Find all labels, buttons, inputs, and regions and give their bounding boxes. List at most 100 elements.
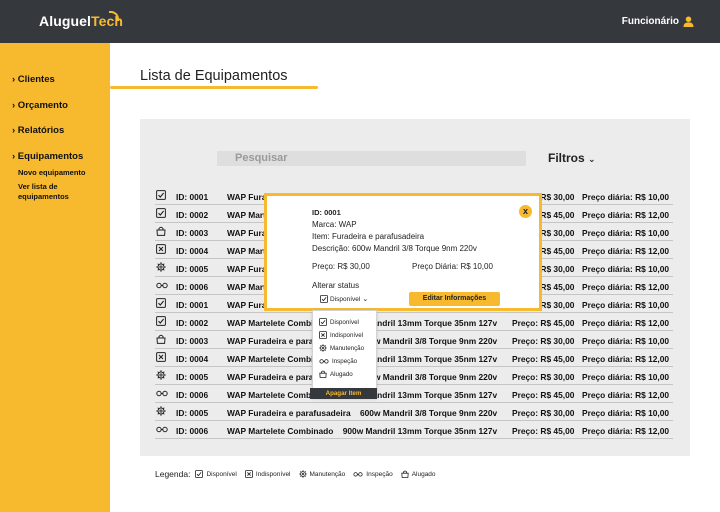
row-daily-price: Preço diária: R$ 10,00 [582, 408, 670, 418]
status-option[interactable]: Alugado [319, 370, 353, 378]
check-icon [156, 298, 166, 308]
sidebar-item-clientes[interactable]: › Clientes [12, 74, 55, 85]
table-row[interactable]: ID: 0005 WAP Furadeira e parafusadeira 60… [155, 403, 673, 421]
status-option[interactable]: Inspeção [319, 357, 357, 365]
bag-icon [319, 370, 327, 378]
row-desc-text: 600w Mandril 3/8 Torque 9nm 220v [359, 336, 498, 346]
sidebar-item-relatorios[interactable]: › Relatórios [12, 125, 64, 136]
delete-item-button[interactable]: Apagar Item [310, 388, 377, 399]
sidebar-subitem-ver-lista[interactable]: Ver lista de equipamentos [18, 182, 88, 202]
check-icon [156, 316, 166, 326]
gear-icon [298, 470, 307, 478]
row-name-text: WAP Furadeira e parafusadeira [227, 408, 351, 418]
legend-item-label: Alugado [411, 470, 436, 478]
row-id: ID: 0004 [176, 354, 209, 364]
status-option[interactable]: Manutenção [319, 344, 364, 352]
table-row[interactable]: ID: 0004WAP Martelete Combinado 900w Man… [155, 349, 673, 367]
status-option-label: Disponível [330, 318, 359, 326]
row-daily-price: Preço diária: R$ 10,00 [582, 300, 670, 310]
legend: Legenda: Disponível Indisponível Manutençã… [155, 469, 444, 479]
row-desc-text: 900w Mandril 13mm Torque 35nm 127v [342, 426, 498, 436]
legend-item: Inspeção [353, 470, 393, 478]
search-input[interactable]: Pesquisar [217, 151, 526, 166]
legend-item: Manutenção [298, 470, 346, 478]
status-option-label: Indisponível [330, 331, 364, 339]
row-desc-text: 600w Mandril 3/8 Torque 9nm 220v [359, 408, 498, 418]
item-detail-modal: ID: 0001 Marca: WAP Item: Furadeira e pa… [264, 193, 542, 311]
row-name: WAP Martelete Combinado 900w Mandril 13m… [227, 426, 497, 436]
row-id: ID: 0005 [176, 408, 209, 418]
close-icon[interactable]: x [519, 205, 532, 218]
glasses-icon [156, 388, 168, 398]
row-daily-price: Preço diária: R$ 12,00 [582, 390, 670, 400]
gear-icon [156, 370, 166, 380]
legend-item: Disponível [195, 470, 237, 478]
row-name-text: WAP Martelete Combinado [227, 426, 334, 436]
page-title: Lista de Equipamentos [140, 68, 288, 84]
legend-item-label: Manutenção [309, 470, 346, 478]
glasses-icon [319, 357, 329, 365]
row-id: ID: 0003 [176, 336, 209, 346]
sidebar-item-equipamentos[interactable]: › Equipamentos [12, 151, 83, 162]
check-icon [195, 470, 204, 478]
chevron-down-icon: ⌄ [362, 296, 369, 303]
chevron-down-icon: ⌄ [588, 154, 596, 164]
glasses-icon [156, 280, 168, 290]
row-price: Preço: R$ 45,00 [510, 318, 575, 328]
legend-item: Indisponível [244, 470, 291, 478]
row-daily-price: Preço diária: R$ 12,00 [582, 246, 670, 256]
sidebar-item-orcamento[interactable]: › Orçamento [12, 100, 68, 111]
row-name: WAP Furadeira e parafusadeira 600w Mandr… [227, 408, 497, 418]
table-row[interactable]: ID: 0002WAP Martelete Combinado 900w Man… [155, 313, 673, 331]
table-row[interactable]: ID: 0006WAP Martelete Combinado 900w Man… [155, 385, 673, 403]
status-select[interactable]: Disponível ⌄ [320, 293, 369, 305]
legend-item-label: Disponível [206, 470, 237, 478]
row-daily-price: Preço diária: R$ 10,00 [582, 264, 670, 274]
status-option[interactable]: Disponível [319, 318, 359, 326]
row-id: ID: 0006 [176, 282, 209, 292]
status-option[interactable]: Indisponível [319, 331, 363, 339]
modal-description: Descrição: 600w Mandril 3/8 Torque 9nm 2… [312, 244, 477, 253]
modal-item: Item: Furadeira e parafusadeira [312, 232, 425, 241]
check-icon [320, 295, 328, 303]
row-price: Preço: R$ 45,00 [510, 390, 575, 400]
table-row[interactable]: ID: 0006 WAP Martelete Combinado 900w Man… [155, 421, 673, 439]
top-bar: AluguelTech Funcionário [0, 0, 720, 43]
glasses-icon [156, 424, 168, 434]
status-select-value: Disponível [330, 295, 361, 303]
edit-info-button[interactable]: Editar Informações [409, 292, 500, 306]
row-price: Preço: R$ 30,00 [510, 408, 575, 418]
row-price: Preço: R$ 45,00 [510, 426, 575, 436]
modal-daily-price: Preço Diária: R$ 10,00 [412, 262, 493, 271]
legend-label: Legenda: [155, 469, 191, 479]
sidebar-subitem-novo-equipamento[interactable]: Novo equipamento [18, 168, 86, 178]
filters-button[interactable]: Filtros ⌄ [548, 151, 596, 165]
row-price: Preço: R$ 45,00 [510, 354, 575, 364]
row-id: ID: 0001 [176, 192, 209, 202]
row-id: ID: 0006 [176, 390, 209, 400]
row-id: ID: 0003 [176, 228, 209, 238]
check-icon [156, 190, 166, 200]
legend-item-label: Indisponível [255, 470, 291, 478]
user-label: Funcionário [621, 16, 679, 27]
table-row[interactable]: ID: 0003WAP Furadeira e parafusadeira 60… [155, 331, 673, 349]
gear-icon [319, 344, 327, 352]
gear-icon [156, 406, 166, 416]
filters-label: Filtros [548, 151, 585, 165]
row-daily-price: Preço diária: R$ 12,00 [582, 318, 670, 328]
check-icon [319, 318, 327, 326]
row-daily-price: Preço diária: R$ 10,00 [582, 336, 670, 346]
gear-icon [156, 262, 166, 272]
table-row[interactable]: ID: 0005WAP Furadeira e parafusadeira 60… [155, 367, 673, 385]
x-icon [156, 244, 166, 254]
row-id: ID: 0005 [176, 264, 209, 274]
status-option-label: Inspeção [332, 357, 358, 365]
row-price: Preço: R$ 30,00 [510, 372, 575, 382]
row-daily-price: Preço diária: R$ 10,00 [582, 228, 670, 238]
glasses-icon [353, 470, 363, 478]
user-menu[interactable]: Funcionário [622, 16, 694, 27]
row-id: ID: 0006 [176, 426, 209, 436]
modal-brand: Marca: WAP [312, 220, 357, 229]
bag-icon [156, 334, 166, 344]
row-id: ID: 0002 [176, 318, 209, 328]
